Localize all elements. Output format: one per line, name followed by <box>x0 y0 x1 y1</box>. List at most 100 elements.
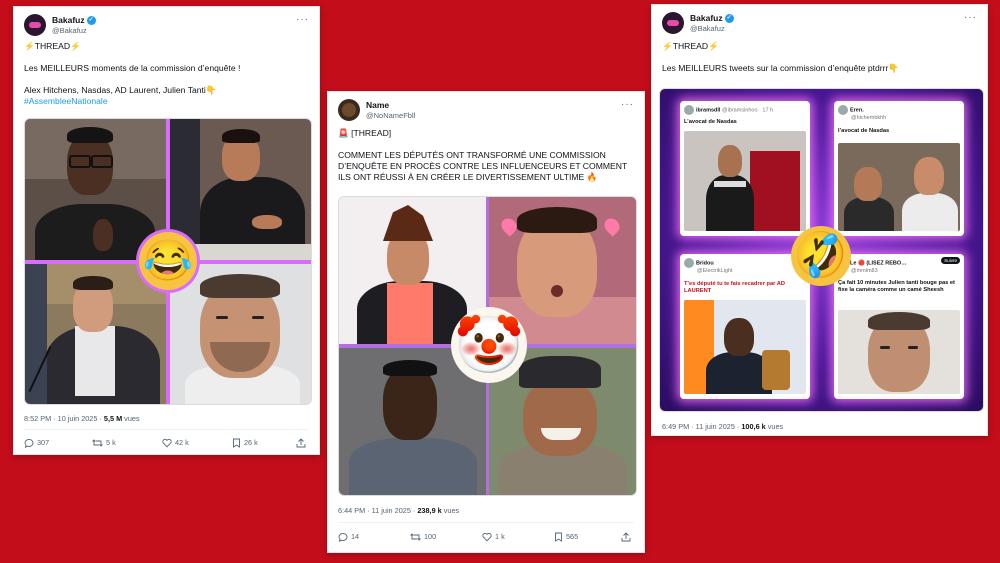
tweet-meta: 6:49 PM · 11 juin 2025 · 100,6 k vues <box>662 422 783 431</box>
embedded-tweet: ibramsdll @ibramsinhoo · 17 h L’avocat d… <box>680 101 810 236</box>
bookmark-icon <box>555 532 562 542</box>
tweet-card-bakafuz-tweets[interactable]: Bakafuz ✓ @Bakafuz ··· ⚡THREAD⚡ Les MEILL… <box>651 4 988 436</box>
divider <box>338 522 634 523</box>
author-name[interactable]: Bakafuz ✓ <box>690 13 734 24</box>
embedded-photo <box>684 131 806 231</box>
author-handle[interactable]: @Bakafuz <box>52 26 87 35</box>
like-count: 1 k <box>495 532 505 541</box>
reply-button[interactable]: 14 <box>338 532 360 543</box>
like-button[interactable]: 1 k <box>482 532 505 542</box>
tweet-text: 🚨 [THREAD] COMMENT LES DÉPUTÉS ONT TRANS… <box>338 128 634 183</box>
avatar[interactable] <box>662 12 684 34</box>
embedded-tweet-header: ibramsdll @ibramsinhoo · 17 h <box>684 105 773 115</box>
tweet-line: D’ENQUÊTE EN PROCÈS CONTRE LES INFLUENCE… <box>338 161 628 171</box>
embedded-text: L’avocat de Nasdas <box>684 119 737 125</box>
embedded-tweet-header: Eren. @hichembkhh <box>838 105 886 121</box>
verified-badge-icon: ✓ <box>86 16 96 26</box>
avatar <box>838 105 848 115</box>
clown-emoji-icon: 🤡 <box>451 307 527 383</box>
timestamp[interactable]: 6:49 PM · 11 juin 2025 · <box>662 422 741 431</box>
share-button[interactable] <box>621 532 634 542</box>
tweet-media[interactable]: 😂 <box>24 118 312 405</box>
avatar[interactable] <box>24 14 46 36</box>
embedded-tweet: Bridou @ElectrikLight T’es député tu te f… <box>680 254 810 399</box>
repost-button[interactable]: 100 <box>410 532 436 542</box>
like-button[interactable]: 42 k <box>162 438 189 448</box>
embedded-photo <box>838 143 960 231</box>
tweet-line: ⚡THREAD⚡ <box>662 41 719 51</box>
reply-count: 307 <box>37 438 50 447</box>
embedded-tweet: Le 🔴 (LISEZ REBO… @mmlm83 Suivre Ça fait … <box>834 254 964 399</box>
repost-icon <box>92 439 103 447</box>
photo-ad-laurent <box>25 264 166 404</box>
share-button[interactable] <box>296 438 309 448</box>
avatar[interactable] <box>338 99 360 121</box>
bookmark-count: 26 k <box>244 438 258 447</box>
tweet-media[interactable]: ibramsdll @ibramsinhoo · 17 h L’avocat d… <box>659 88 984 412</box>
tweet-card-bakafuz-moments[interactable]: Bakafuz ✓ @Bakafuz ··· ⚡THREAD⚡ Les MEILL… <box>13 6 320 455</box>
tweet-actions: 307 5 k 42 k 26 k <box>24 438 309 452</box>
embedded-author: ibramsdll <box>696 107 721 114</box>
author-name[interactable]: Name <box>366 100 389 110</box>
embedded-author: Bridou <box>696 260 714 267</box>
bookmark-button[interactable]: 26 k <box>232 438 258 448</box>
embedded-author: Eren. <box>850 107 864 114</box>
repost-count: 100 <box>424 532 437 541</box>
tweet-meta: 6:44 PM · 11 juin 2025 · 238,9 k vues <box>338 506 459 515</box>
reply-button[interactable]: 307 <box>24 438 50 449</box>
embedded-text: T’es député tu te fais recadrer par AD L… <box>684 281 785 294</box>
tweet-card-name-thread[interactable]: Name @NoNameFbll ··· 🚨 [THREAD] COMMENT … <box>327 91 645 553</box>
repost-count: 5 k <box>106 438 116 447</box>
tweet-header: Bakafuz ✓ @Bakafuz ··· <box>24 14 309 42</box>
embedded-photo <box>838 310 960 394</box>
verified-badge-icon: ✓ <box>724 14 734 24</box>
more-options-icon[interactable]: ··· <box>964 12 977 23</box>
embedded-tweet: Eren. @hichembkhh l’avocat de Nasdas <box>834 101 964 236</box>
repost-button[interactable]: 5 k <box>92 438 116 448</box>
views-label: vues <box>441 506 460 515</box>
timestamp[interactable]: 6:44 PM · 11 juin 2025 · <box>338 506 417 515</box>
hashtag-link[interactable]: #AssembleeNationale <box>24 96 309 107</box>
tweet-line: 🚨 [THREAD] <box>338 128 392 138</box>
tweet-line: Alex Hitchens, Nasdas, AD Laurent, Julie… <box>24 85 217 95</box>
embedded-author: Le 🔴 (LISEZ REBO… <box>850 260 907 267</box>
bookmark-button[interactable]: 565 <box>554 532 578 542</box>
embedded-text: Ça fait 10 minutes Julien tanti bouge pa… <box>838 280 955 293</box>
embedded-tweet-header: Bridou @ElectrikLight <box>684 258 733 274</box>
tweet-text: ⚡THREAD⚡ Les MEILLEURS moments de la com… <box>24 41 309 107</box>
divider <box>24 429 309 430</box>
bookmark-count: 565 <box>566 532 579 541</box>
tweet-header: Name @NoNameFbll ··· <box>338 99 634 127</box>
timestamp[interactable]: 8:52 PM · 10 juin 2025 · <box>24 414 104 423</box>
author-handle[interactable]: @Bakafuz <box>690 24 725 33</box>
embedded-text: l’avocat de Nasdas <box>838 128 890 134</box>
embedded-handle: @ibramsinhoo · 17 h <box>721 107 774 114</box>
laughing-emoji-icon: 😂 <box>139 232 197 290</box>
tweet-line: Les MEILLEURS moments de la commission d… <box>24 63 241 73</box>
more-options-icon[interactable]: ··· <box>621 99 634 110</box>
bookmark-icon <box>233 438 240 448</box>
view-count: 238,9 k <box>417 506 442 515</box>
author-name[interactable]: Bakafuz ✓ <box>52 15 96 26</box>
tweet-line: COMMENT LES DÉPUTÉS ONT TRANSFORMÉ UNE C… <box>338 150 606 160</box>
more-options-icon[interactable]: ··· <box>296 14 309 25</box>
share-icon <box>621 532 631 542</box>
tweet-text: ⚡THREAD⚡ Les MEILLEURS tweets sur la com… <box>662 41 977 74</box>
embedded-photo <box>684 300 806 394</box>
share-icon <box>296 438 306 448</box>
author-name-text: Bakafuz <box>690 13 723 23</box>
repost-icon <box>410 533 421 541</box>
tweet-actions: 14 100 1 k 565 <box>338 532 634 546</box>
avatar <box>684 258 694 268</box>
like-count: 42 k <box>175 438 189 447</box>
embedded-handle: @hichembkhh <box>851 115 887 121</box>
tweet-media[interactable]: 🤡 <box>338 196 637 496</box>
tweet-line: ⚡THREAD⚡ <box>24 41 81 51</box>
reply-count: 14 <box>351 532 360 541</box>
tweet-meta: 8:52 PM · 10 juin 2025 · 5,5 M vues <box>24 414 140 423</box>
author-handle[interactable]: @NoNameFbll <box>366 111 415 120</box>
tweet-line: Les MEILLEURS tweets sur la commission d… <box>662 63 900 73</box>
author-name-text: Bakafuz <box>52 15 85 25</box>
tweet-line: ILS ONT RÉUSSI À EN CRÉER LE DIVERTISSEM… <box>338 172 598 182</box>
avatar <box>684 105 694 115</box>
